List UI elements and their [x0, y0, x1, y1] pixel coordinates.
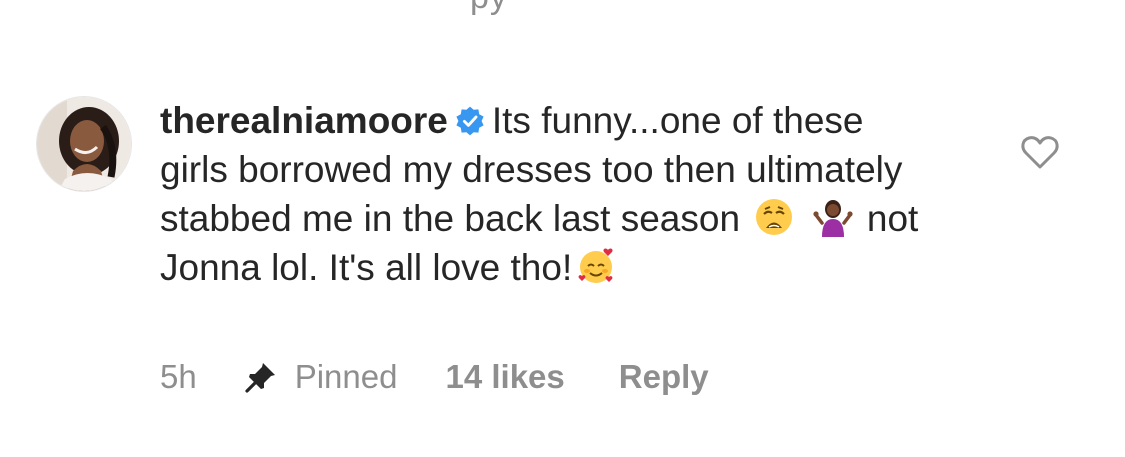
comment-body: therealniamoore Its funny...one of these… [160, 96, 930, 292]
likes-count-button[interactable]: 14 likes [445, 358, 564, 396]
verified-badge-icon [456, 106, 484, 136]
heart-outline-icon[interactable] [1020, 134, 1060, 170]
username-link[interactable]: therealniamoore [160, 100, 448, 141]
comment-meta: 5h Pinned 14 likes Reply [160, 358, 709, 396]
pinned-indicator: Pinned [243, 358, 398, 396]
avatar[interactable] [36, 96, 132, 192]
pin-icon [245, 363, 275, 393]
woman-shrugging-emoji [812, 200, 853, 237]
weary-face-emoji [756, 199, 793, 235]
smiling-face-with-hearts-emoji [578, 248, 613, 283]
comment: therealniamoore Its funny...one of these… [36, 96, 1096, 436]
pinned-label: Pinned [294, 358, 398, 395]
previous-comment-reply-cut: py [470, 0, 508, 17]
reply-button[interactable]: Reply [619, 358, 709, 396]
timestamp: 5h [160, 358, 197, 395]
